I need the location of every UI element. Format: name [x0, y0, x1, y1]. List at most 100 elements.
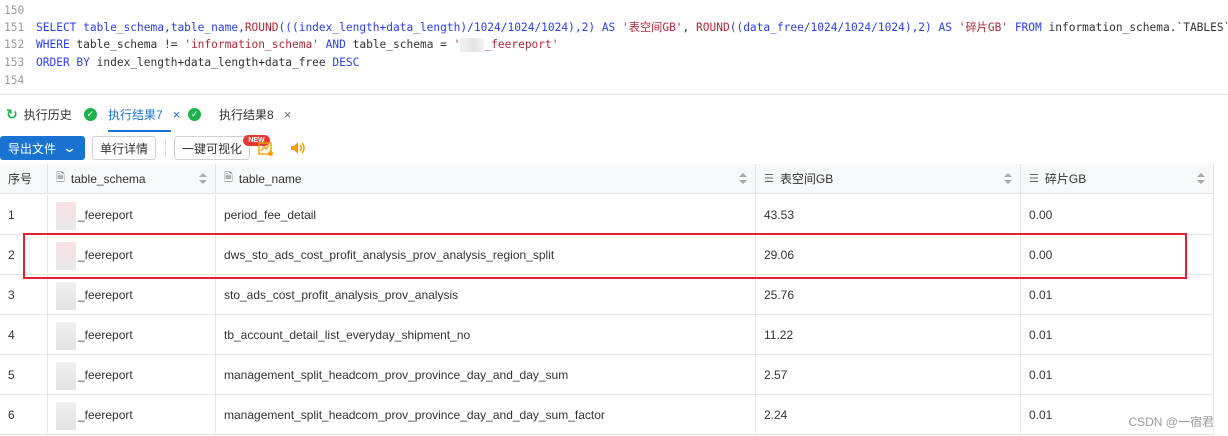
space-gb-cell[interactable]: 43.53 [756, 195, 1021, 235]
table-row[interactable]: 4 _feereport tb_account_detail_list_everyd… [0, 315, 1214, 355]
text-column-icon: 🗎 [224, 172, 233, 184]
code-token: ORDER BY [36, 56, 97, 69]
highlight-box [23, 233, 1187, 279]
speaker-icon[interactable] [289, 139, 307, 157]
column-header-index[interactable]: 序号 [0, 164, 48, 194]
code-token: 'information_schema' [184, 38, 319, 51]
sort-icon[interactable] [199, 172, 207, 186]
code-text: WHERE table_schema != 'information_schem… [36, 36, 559, 54]
code-token: table_schema != [76, 38, 185, 51]
space-gb-cell[interactable]: 2.57 [756, 355, 1021, 395]
table-schema-cell[interactable]: _feereport [48, 275, 216, 315]
code-text: ORDER BY index_length+data_length+data_f… [36, 54, 359, 72]
cell-text: 0.00 [1029, 208, 1053, 222]
history-icon: ↻ [6, 105, 18, 122]
toolbar-divider [165, 140, 166, 156]
redaction-mask [56, 401, 76, 430]
cell-text: 0.01 [1029, 408, 1053, 422]
fragment-gb-cell[interactable]: 0.01 [1021, 355, 1214, 395]
cell-text: management_split_headcom_prov_province_d… [224, 368, 569, 382]
number-column-icon: ☰ [1029, 173, 1039, 185]
table-schema-cell[interactable]: _feereport [48, 395, 216, 435]
line-number: 150 [4, 4, 25, 17]
cell-text: 11.22 [764, 328, 794, 342]
redaction-mask [56, 281, 76, 310]
code-token: ROUND [244, 21, 279, 34]
table-schema-cell[interactable]: _feereport [48, 355, 216, 395]
watermark: CSDN @一宿君 [1128, 415, 1214, 429]
table-row[interactable]: 1 _feereport period_fee_detail 43.53 0.00 [0, 195, 1214, 235]
table-row[interactable]: 5 _feereport management_split_headcom_prov… [0, 355, 1214, 395]
table-name-cell[interactable]: sto_ads_cost_profit_analysis_prov_analys… [216, 275, 756, 315]
visualize-button[interactable]: 一键可视化 [174, 136, 250, 160]
table-row[interactable]: 3 _feereport sto_ads_cost_profit_analysis_… [0, 275, 1214, 315]
result-grid: 序号 🗎 table_schema 🗎 table_name ☰ 表空间GB ☰… [0, 164, 1228, 436]
space-gb-cell[interactable]: 2.24 [756, 395, 1021, 435]
fragment-gb-cell[interactable]: 0.01 [1021, 275, 1214, 315]
space-gb-cell[interactable]: 11.22 [756, 315, 1021, 355]
column-header-label: table_name [238, 171, 302, 186]
redaction-mask [460, 38, 485, 52]
tab-history[interactable]: ↻ 执行历史 ✓ [6, 95, 97, 133]
cell-text: 43.53 [764, 208, 795, 222]
sql-editor[interactable]: 150 151 SELECT table_schema,table_name,ROU… [0, 0, 1228, 94]
sort-icon[interactable] [1197, 172, 1205, 186]
chart-icon[interactable] [258, 141, 274, 157]
close-icon[interactable]: × [173, 107, 181, 122]
tab-label: 执行结果7 [108, 107, 163, 122]
table-row[interactable]: 6 _feereport management_split_headcom_prov… [0, 395, 1214, 435]
export-file-button[interactable]: 导出文件 ⌄ [0, 136, 85, 160]
table-schema-cell[interactable]: _feereport [48, 315, 216, 355]
code-token: '表空间GB' [622, 21, 683, 34]
code-token: '碎片GB' [958, 21, 1009, 34]
code-token: DESC [332, 56, 360, 69]
number-column-icon: ☰ [764, 173, 774, 185]
fragment-gb-cell[interactable]: 0.00 [1021, 195, 1214, 235]
code-token: index_length+data_length+data_free [96, 56, 333, 69]
tab-result-7[interactable]: 执行结果7 × ✓ [108, 95, 202, 133]
text-column-icon: 🗎 [56, 172, 65, 184]
table-name-cell[interactable]: period_fee_detail [216, 195, 756, 235]
column-header-table-schema[interactable]: 🗎 table_schema [48, 164, 216, 194]
column-header-table-name[interactable]: 🗎 table_name [216, 164, 756, 194]
sort-icon[interactable] [739, 172, 747, 186]
close-icon[interactable]: × [284, 107, 292, 122]
table-schema-cell[interactable]: _feereport [48, 195, 216, 235]
code-text: SELECT table_schema,table_name,ROUND(((i… [36, 19, 1228, 37]
redaction-mask [56, 321, 76, 350]
cell-text: _feereport [78, 328, 133, 342]
code-token: AS [601, 21, 623, 34]
tab-label: 执行结果8 [219, 107, 274, 122]
table-name-cell[interactable]: management_split_headcom_prov_province_d… [216, 355, 756, 395]
cell-text: 2 [8, 248, 15, 262]
export-label: 导出文件 [8, 141, 57, 156]
cell-text: 25.76 [764, 288, 795, 302]
code-token: AND [318, 38, 353, 51]
row-detail-label: 单行详情 [99, 141, 148, 156]
index-cell[interactable]: 4 [0, 315, 48, 355]
row-detail-button[interactable]: 单行详情 [92, 136, 156, 160]
space-gb-cell[interactable]: 25.76 [756, 275, 1021, 315]
cell-text: tb_account_detail_list_everyday_shipment… [224, 328, 471, 342]
index-cell[interactable]: 6 [0, 395, 48, 435]
tab-result-8[interactable]: 执行结果8 × [219, 95, 291, 133]
index-cell[interactable]: 5 [0, 355, 48, 395]
result-tabs: ↻ 执行历史 ✓ 执行结果7 × ✓ 执行结果8 × [0, 94, 1228, 132]
cell-text: 5 [8, 368, 15, 382]
code-token: (((index_length+data_length)/1024/1024/1… [278, 21, 602, 34]
column-header-label: table_schema [70, 171, 146, 186]
cell-text: _feereport [78, 288, 133, 302]
redaction-mask [56, 201, 76, 230]
index-cell[interactable]: 3 [0, 275, 48, 315]
cell-text: sto_ads_cost_profit_analysis_prov_analys… [224, 288, 459, 302]
sort-icon[interactable] [1004, 172, 1012, 186]
fragment-gb-cell[interactable]: 0.01 [1021, 315, 1214, 355]
index-cell[interactable]: 1 [0, 195, 48, 235]
table-name-cell[interactable]: management_split_headcom_prov_province_d… [216, 395, 756, 435]
cell-text: 2.57 [764, 368, 788, 382]
column-header-label: 碎片GB [1044, 172, 1087, 186]
table-name-cell[interactable]: tb_account_detail_list_everyday_shipment… [216, 315, 756, 355]
column-header-space-gb[interactable]: ☰ 表空间GB [756, 164, 1021, 194]
result-toolbar: 导出文件 ⌄ 单行详情 一键可视化 [0, 132, 1228, 164]
column-header-fragment-gb[interactable]: ☰ 碎片GB [1021, 164, 1214, 194]
